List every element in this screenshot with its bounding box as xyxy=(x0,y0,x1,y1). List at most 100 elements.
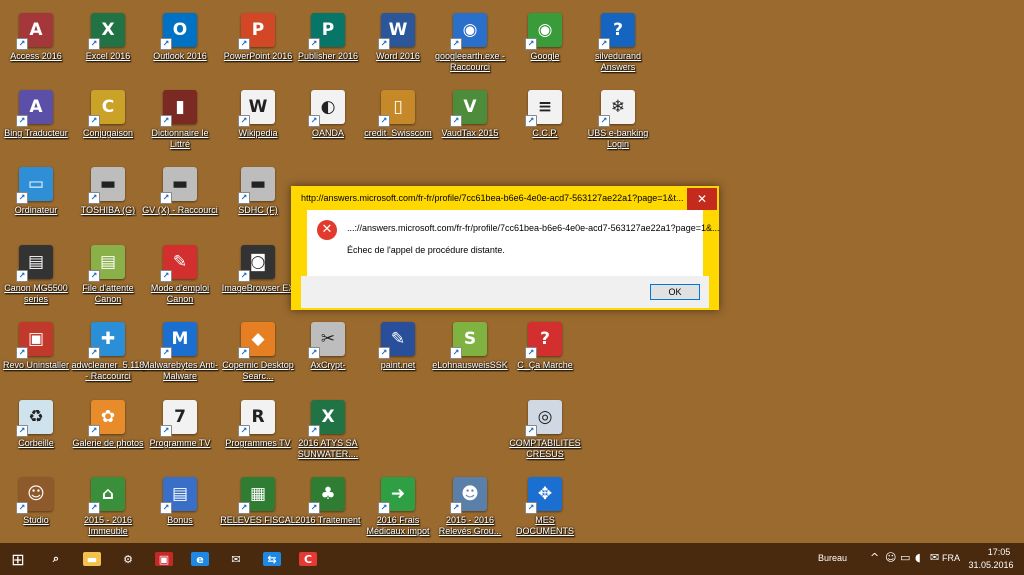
desktop-shortcut-label: Programme TV xyxy=(149,438,211,448)
cresus-icon: ◎ ↗ xyxy=(525,400,562,437)
desktop-shortcut[interactable]: ▬ ↗ TOSHIBA (G) xyxy=(71,162,145,234)
desktop-shortcut[interactable]: ◉ ↗ Google xyxy=(508,8,582,80)
shortcut-arrow-icon: ↗ xyxy=(238,347,250,359)
desktop-shortcut[interactable]: M ↗ Malwarebytes Anti-Malware xyxy=(142,317,218,389)
desktop-shortcut[interactable]: ◐ ↗ OANDA xyxy=(291,85,365,157)
desktop-shortcut[interactable]: ▤ ↗ Canon MG5500 series xyxy=(0,240,73,312)
desktop-shortcut[interactable]: ♣ ↗ 2016 Traitement xyxy=(291,472,365,543)
desktop-shortcut-label: Studio xyxy=(23,515,49,525)
desktop-shortcut-label: credit_Swisscom xyxy=(364,128,432,138)
taskbar-app-button[interactable]: ⇆ xyxy=(254,543,290,575)
desktop-shortcut[interactable]: ▮ ↗ Dictionnaire le Littré xyxy=(143,85,217,157)
search-icon: ⌕ xyxy=(52,552,60,565)
desktop-shortcut[interactable]: A ↗ Bing Traducteur xyxy=(0,85,73,157)
desktop-shortcut[interactable]: ▣ ↗ Revo Uninstaller xyxy=(0,317,73,389)
desktop-shortcut[interactable]: ▦ ↗ RELEVES FISCAL xyxy=(220,472,296,543)
start-button[interactable]: ⊞ xyxy=(0,543,36,575)
dialog-titlebar[interactable]: http://answers.microsoft.com/fr-fr/profi… xyxy=(293,188,717,210)
taskbar-app-button[interactable]: e xyxy=(182,543,218,575)
desktop-shortcut[interactable]: ✎ ↗ Mode d'emploi Canon xyxy=(143,240,217,312)
close-button[interactable]: ✕ xyxy=(687,188,717,210)
desktop-shortcut[interactable]: ◆ ↗ Copernic Desktop Searc... xyxy=(221,317,295,389)
desktop-shortcut-label: Programmes TV xyxy=(225,438,291,448)
desktop-shortcut[interactable]: V ↗ VaudTax 2015 xyxy=(433,85,507,157)
desktop-shortcut[interactable]: C ↗ Conjugaison xyxy=(71,85,145,157)
google-earth-icon: ◉ ↗ xyxy=(450,13,487,50)
ok-button[interactable]: OK xyxy=(650,284,700,300)
desktop-shortcut[interactable]: ◎ ↗ COMPTABILITES CRESUS xyxy=(508,395,582,467)
desktop-shortcut[interactable]: O ↗ Outlook 2016 xyxy=(143,8,217,80)
desktop-shortcut[interactable]: P ↗ PowerPoint 2016 xyxy=(221,8,295,80)
shortcut-arrow-icon: ↗ xyxy=(238,38,250,50)
desktop-shortcut-label: Ordinateur xyxy=(14,205,58,215)
notification-icon[interactable]: ✉ xyxy=(930,551,939,564)
desktop-shortcut[interactable]: ☻ ↗ 2015 - 2016 Relevés Grou... xyxy=(433,472,507,543)
shortcut-arrow-icon: ↗ xyxy=(160,347,172,359)
desktop-shortcut[interactable]: W ↗ Wikipedia xyxy=(221,85,295,157)
desktop-shortcut[interactable]: ✥ ↗ MES DOCUMENTS xyxy=(508,472,582,543)
access-icon: A ↗ xyxy=(16,13,53,50)
publisher-icon: P ↗ xyxy=(308,13,345,50)
desktop-shortcut[interactable]: ♻ ↗ Corbeille xyxy=(0,395,73,467)
tv-program-icon: R ↗ xyxy=(238,400,275,437)
desktop-shortcut[interactable]: ▤ ↗ Bonus xyxy=(143,472,217,543)
show-hidden-icons-chevron[interactable]: ^ xyxy=(870,551,879,564)
taskbar-app-button[interactable]: ✉ xyxy=(218,543,254,575)
clock-time[interactable]: 17:05 xyxy=(982,547,1016,557)
desktop-shortcut[interactable]: 7 ↗ Programme TV xyxy=(143,395,217,467)
taskbar-app-button[interactable]: ▬ xyxy=(74,543,110,575)
desktop-shortcut[interactable]: S ↗ eLohnausweisSSK xyxy=(432,317,508,389)
desktop-shortcut[interactable]: ▤ ↗ File d'attente Canon xyxy=(71,240,145,312)
desktop-shortcut[interactable]: ✚ ↗ adwcleaner_5.118 - Raccourci xyxy=(71,317,145,389)
dialog-border xyxy=(293,210,301,308)
shortcut-arrow-icon: ↗ xyxy=(238,270,250,282)
desktop-shortcut[interactable]: A ↗ Access 2016 xyxy=(0,8,73,80)
desktop-shortcut[interactable]: ◉ ↗ googleearth.exe - Raccourci xyxy=(433,8,507,80)
desktop-shortcut-label: GV (X) - Raccourci xyxy=(142,205,218,215)
ssk-icon: S ↗ xyxy=(450,322,487,359)
desktop-shortcut[interactable]: ≡ ↗ C.C.P. xyxy=(508,85,582,157)
desktop-shortcut[interactable]: ⌂ ↗ 2015 - 2016 Immeuble xyxy=(71,472,145,543)
bonus-icon: ▤ ↗ xyxy=(160,477,197,514)
desktop-shortcut[interactable]: X ↗ Excel 2016 xyxy=(71,8,145,80)
desktop-shortcut[interactable]: ▯ ↗ credit_Swisscom xyxy=(361,85,435,157)
desktop-shortcut[interactable]: ▬ ↗ SDHC (F) xyxy=(221,162,295,234)
desktop-shortcut[interactable]: ▭ ↗ Ordinateur xyxy=(0,162,73,234)
photo-gallery-icon: ✿ ↗ xyxy=(88,400,125,437)
desktop-shortcut[interactable]: ➜ ↗ 2016 Frais Médicaux impot xyxy=(361,472,435,543)
bureau-toolbar-label[interactable]: Bureau xyxy=(818,553,847,563)
desktop-shortcut[interactable]: P ↗ Publisher 2016 xyxy=(291,8,365,80)
user-icon[interactable]: ☺ xyxy=(885,551,896,564)
clock-date[interactable]: 31.05.2016 xyxy=(966,560,1016,570)
volume-icon[interactable]: ◖ xyxy=(915,551,921,564)
desktop-shortcut[interactable]: X ↗ 2016 ATYS SA SUNWATER.... xyxy=(291,395,365,467)
taskbar-app-button[interactable]: ⚙ xyxy=(110,543,146,575)
desktop-shortcut[interactable]: ? ↗ silvedurand Answers xyxy=(581,8,655,80)
taskbar-app-button[interactable]: ▣ xyxy=(146,543,182,575)
desktop-shortcut-label: Google xyxy=(530,51,560,61)
desktop-shortcut[interactable]: ✿ ↗ Galerie de photos xyxy=(71,395,145,467)
desktop-shortcut[interactable]: ▬ ↗ GV (X) - Raccourci xyxy=(142,162,218,234)
desktop-shortcut[interactable]: ? ↗ C_Ça Marche xyxy=(508,317,582,389)
desktop-shortcut[interactable]: R ↗ Programmes TV xyxy=(221,395,295,467)
shortcut-arrow-icon: ↗ xyxy=(378,115,390,127)
taskbar-app-button[interactable]: ⌕ xyxy=(38,543,74,575)
shortcut-arrow-icon: ↗ xyxy=(525,115,537,127)
desktop-shortcut[interactable]: ✎ ↗ paint.net xyxy=(361,317,435,389)
taskbar-app-button[interactable]: C xyxy=(290,543,326,575)
desktop-shortcut[interactable]: ❄ ↗ UBS e-banking Login xyxy=(581,85,655,157)
desktop-shortcut[interactable]: ☺ ↗ Studio xyxy=(0,472,73,543)
ccleaner-icon: C xyxy=(299,552,317,566)
desktop-shortcut-label: Excel 2016 xyxy=(85,51,131,61)
drive-icon: ▬ ↗ xyxy=(88,167,125,204)
windows-start-icon: ⊞ xyxy=(11,549,25,569)
desktop-shortcut[interactable]: ◙ ↗ ImageBrowser EX xyxy=(221,240,295,312)
dialog-message: Échec de l'appel de procédure distante. xyxy=(347,245,505,255)
malwarebytes-icon: M ↗ xyxy=(160,322,197,359)
excel-icon: X ↗ xyxy=(88,13,125,50)
desktop-shortcut[interactable]: W ↗ Word 2016 xyxy=(361,8,435,80)
battery-icon[interactable]: ▭ xyxy=(900,551,910,564)
desktop-shortcut[interactable]: ✂ ↗ AxCrypt- xyxy=(291,317,365,389)
language-indicator[interactable]: FRA xyxy=(942,553,960,563)
desktop-shortcut-label: 2016 Traitement xyxy=(295,515,361,525)
